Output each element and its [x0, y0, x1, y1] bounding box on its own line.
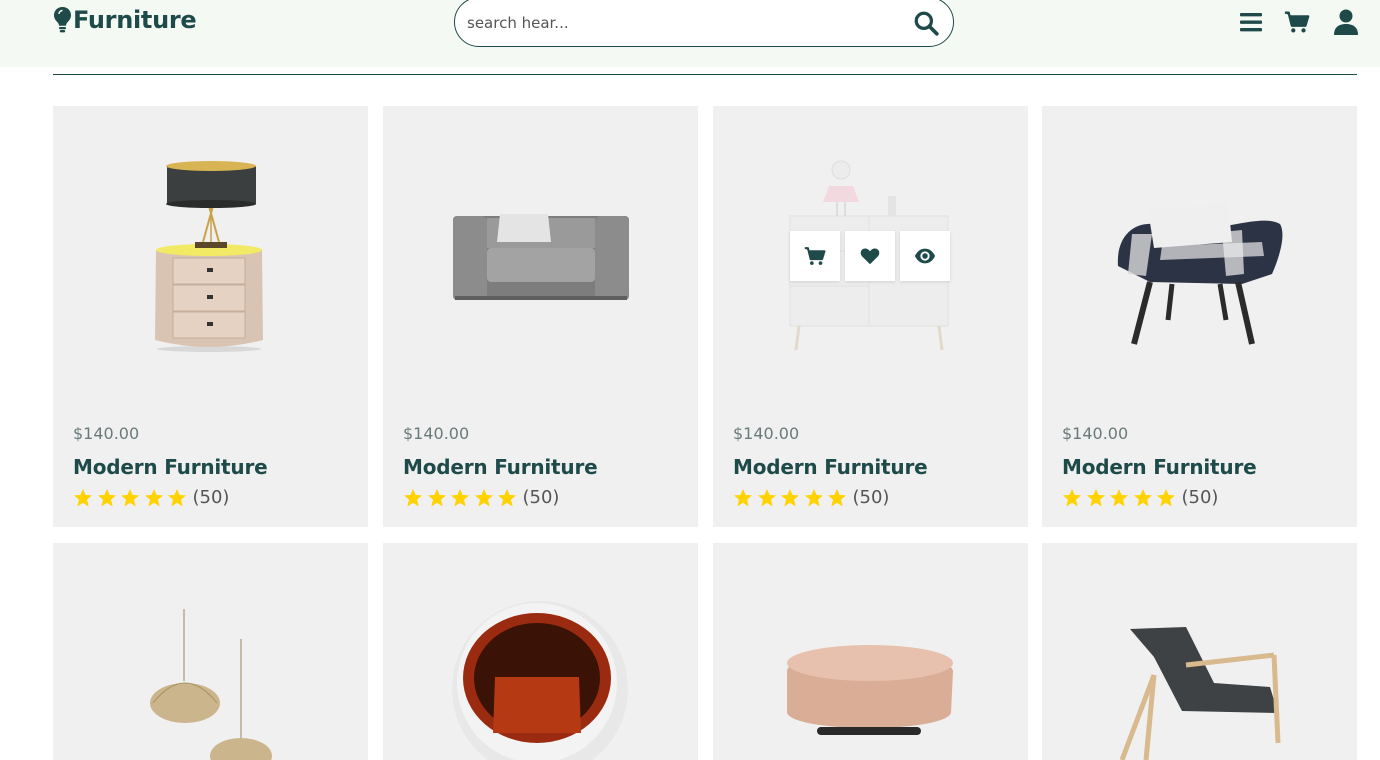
- brand-logo[interactable]: Furniture: [53, 6, 197, 34]
- add-to-wishlist-button[interactable]: [845, 231, 895, 281]
- star-icon: [451, 488, 469, 506]
- lightbulb-icon: [54, 7, 71, 33]
- eye-icon: [914, 248, 936, 264]
- product-image-lamp-nightstand: [155, 161, 263, 352]
- header-divider: [53, 74, 1357, 75]
- review-count: (50): [1181, 487, 1219, 508]
- product-price: $140.00: [73, 424, 140, 443]
- search-bar: [454, 0, 954, 47]
- add-to-cart-button[interactable]: [790, 231, 840, 281]
- product-rating: (50): [403, 487, 559, 508]
- product-rating: (50): [1062, 487, 1218, 508]
- product-name[interactable]: Modern Furniture: [1062, 455, 1257, 479]
- star-icon: [734, 488, 752, 506]
- cart-icon: [804, 247, 826, 265]
- product-card[interactable]: $140.00 Modern Furniture (50): [713, 106, 1028, 527]
- star-icon: [498, 488, 516, 506]
- star-icon: [757, 488, 776, 506]
- star-icon: [828, 488, 846, 506]
- product-name[interactable]: Modern Furniture: [403, 455, 598, 479]
- product-card[interactable]: [383, 543, 698, 760]
- star-icon: [404, 488, 422, 506]
- product-card[interactable]: [713, 543, 1028, 760]
- product-card[interactable]: [53, 543, 368, 760]
- star-icon: [97, 488, 116, 506]
- product-image-lounge-chair: [1119, 627, 1281, 760]
- product-card[interactable]: [1042, 543, 1357, 760]
- quick-view-button[interactable]: [900, 231, 950, 281]
- star-icon: [1086, 488, 1105, 506]
- menu-icon[interactable]: [1238, 8, 1264, 36]
- cart-icon[interactable]: [1284, 8, 1310, 36]
- product-name[interactable]: Modern Furniture: [733, 455, 928, 479]
- search-input[interactable]: [467, 7, 887, 39]
- star-icon: [781, 488, 799, 506]
- user-icon[interactable]: [1333, 8, 1359, 36]
- quick-actions: [790, 231, 955, 281]
- product-image-ball-chair: [452, 601, 628, 760]
- search-icon[interactable]: [913, 10, 939, 36]
- review-count: (50): [192, 487, 230, 508]
- product-rating: (50): [733, 487, 889, 508]
- product-price: $140.00: [403, 424, 470, 443]
- star-icon: [474, 488, 493, 506]
- product-price: $140.00: [1062, 424, 1129, 443]
- star-icon: [804, 488, 823, 506]
- product-image-grey-armchair: [453, 214, 629, 300]
- product-image-pendant-lamps: [150, 609, 272, 760]
- product-name[interactable]: Modern Furniture: [73, 455, 268, 479]
- star-icon: [121, 488, 139, 506]
- star-icon: [144, 488, 163, 506]
- product-card[interactable]: $140.00 Modern Furniture (50): [1042, 106, 1357, 527]
- brand-name: Furniture: [73, 6, 197, 34]
- star-icon: [168, 488, 186, 506]
- star-icon: [427, 488, 446, 506]
- star-icon: [1110, 488, 1128, 506]
- product-price: $140.00: [733, 424, 800, 443]
- product-image-plaid-chair: [1117, 202, 1283, 345]
- star-icon: [1157, 488, 1175, 506]
- product-rating: (50): [73, 487, 229, 508]
- product-card[interactable]: $140.00 Modern Furniture (50): [383, 106, 698, 527]
- product-card[interactable]: $140.00 Modern Furniture (50): [53, 106, 368, 527]
- heart-icon: [860, 248, 880, 265]
- header: Furniture: [0, 0, 1380, 67]
- star-icon: [1133, 488, 1152, 506]
- review-count: (50): [852, 487, 890, 508]
- review-count: (50): [522, 487, 560, 508]
- product-image-ottoman: [787, 645, 953, 735]
- star-icon: [1063, 488, 1081, 506]
- star-icon: [74, 488, 92, 506]
